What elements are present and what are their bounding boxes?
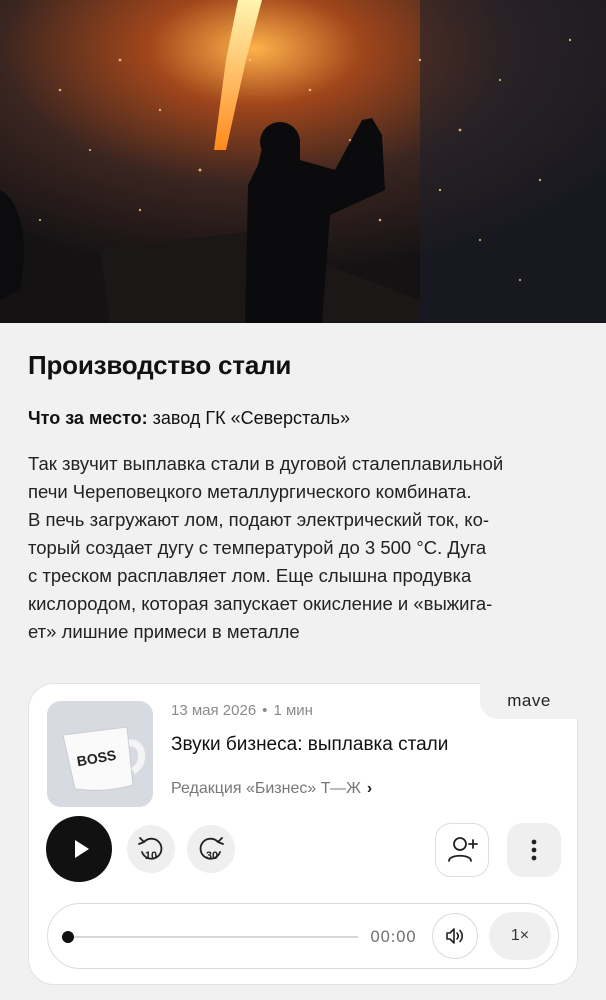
speed-button[interactable]: 1×	[489, 912, 551, 960]
playback-bar: 00:00 1×	[47, 903, 559, 969]
brand-logo[interactable]: mave	[480, 683, 578, 719]
more-vertical-icon	[531, 839, 537, 861]
rewind-10-button[interactable]: 10	[127, 825, 175, 873]
podcast-player: mave BOSS 13 мая 2026 • 1 мин Звуки бизнес…	[28, 683, 578, 985]
episode-meta: 13 мая 2026 • 1 мин	[171, 702, 313, 719]
article-description: Так звучит выплавка стали в дуговой стал…	[28, 450, 588, 646]
volume-icon	[446, 928, 464, 944]
play-button[interactable]	[46, 816, 112, 882]
description-line: В печь загружают лом, подают электрическ…	[28, 509, 490, 530]
forward-30-button[interactable]: 30	[187, 825, 235, 873]
episode-title[interactable]: Звуки бизнеса: выплавка стали	[171, 734, 448, 756]
description-line: кислородом, которая запускает окисление …	[28, 593, 493, 614]
progress-handle[interactable]	[62, 931, 74, 943]
subscribe-button[interactable]	[435, 823, 489, 877]
page: Производство стали Что за место: завод Г…	[0, 0, 606, 1000]
description-line: с треском расплавляет лом. Еще слышна пр…	[28, 565, 472, 586]
chevron-right-icon: ›	[366, 780, 373, 797]
author-link[interactable]: Редакция «Бизнес» Т—Ж ›	[171, 780, 372, 798]
place-line: Что за место: завод ГК «Северсталь»	[28, 408, 350, 429]
more-button[interactable]	[507, 823, 561, 877]
progress-track[interactable]	[68, 936, 358, 938]
play-icon	[75, 840, 89, 858]
rewind-10-icon: 10	[138, 837, 163, 862]
episode-duration: 1 мин	[273, 702, 313, 719]
volume-button[interactable]	[432, 913, 478, 959]
rewind-label: 10	[145, 850, 157, 862]
author-name: Редакция «Бизнес» Т—Ж	[171, 780, 361, 797]
article-title: Производство стали	[28, 350, 292, 380]
place-label: Что за место:	[28, 408, 148, 428]
add-user-icon	[448, 837, 478, 862]
episode-cover: BOSS	[47, 701, 153, 807]
place-value: завод ГК «Северсталь»	[147, 408, 350, 428]
description-line: торый создает дугу с температурой до 3 5…	[28, 537, 487, 558]
forward-30-icon: 30	[199, 837, 224, 862]
meta-separator: •	[262, 702, 268, 719]
description-line: печи Череповецкого металлургического ком…	[28, 481, 472, 502]
description-line: Так звучит выплавка стали в дуговой стал…	[28, 453, 504, 474]
episode-date: 13 мая 2026	[171, 702, 257, 719]
current-time: 00:00	[370, 927, 417, 946]
description-line: ет» лишние примеси в металле	[28, 621, 300, 642]
hero-photo	[0, 0, 606, 323]
forward-label: 30	[206, 850, 218, 862]
